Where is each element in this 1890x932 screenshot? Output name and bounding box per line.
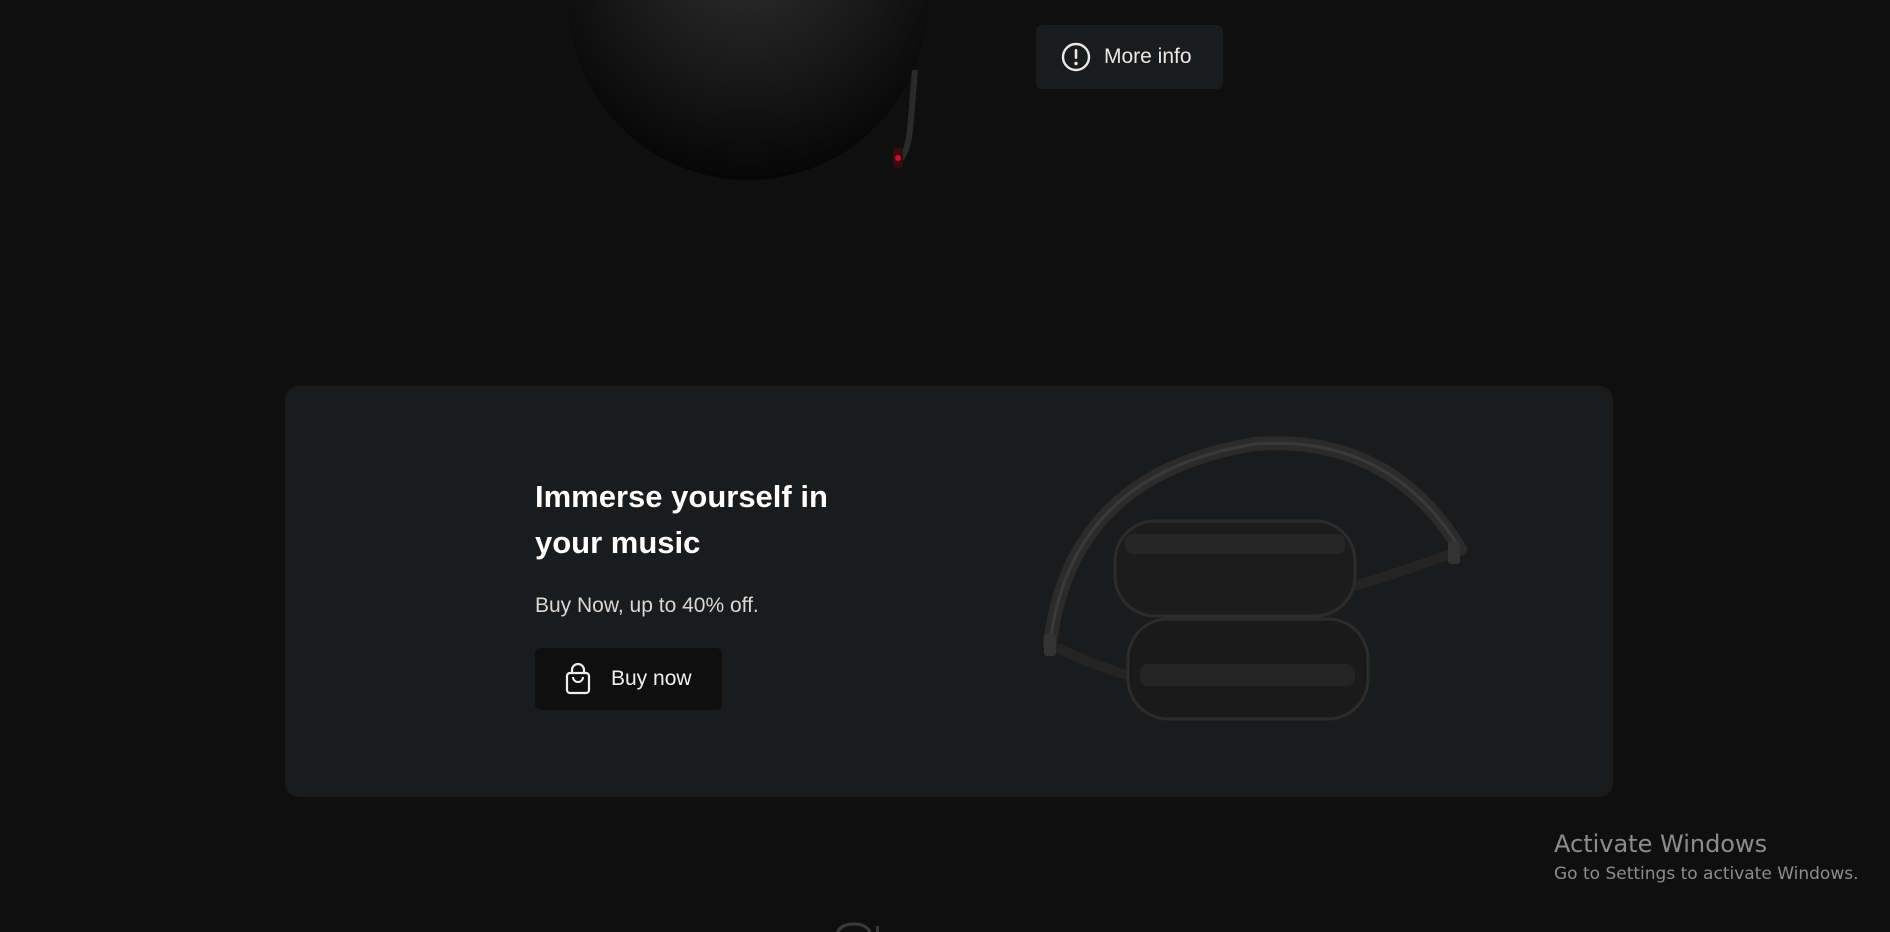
banner-subtitle: Buy Now, up to 40% off.: [535, 594, 759, 617]
buy-now-label: Buy now: [611, 667, 692, 690]
buy-now-button[interactable]: Buy now: [535, 648, 722, 710]
promo-banner: Immerse yourself in your music Buy Now, …: [285, 386, 1613, 797]
info-circle-icon: [1060, 41, 1092, 73]
more-info-button[interactable]: More info: [1036, 25, 1223, 89]
speaker-product-image: [560, 0, 940, 190]
windows-activation-watermark: Activate Windows Go to Settings to activ…: [1554, 830, 1859, 884]
more-info-label: More info: [1104, 45, 1192, 68]
page: More info Immerse yourself in your music…: [0, 0, 1890, 932]
activate-title: Activate Windows: [1554, 830, 1768, 858]
activate-subtitle: Go to Settings to activate Windows.: [1554, 864, 1859, 884]
shopping-bag-icon: [563, 663, 593, 695]
next-section-partial: [832, 920, 892, 932]
banner-title: Immerse yourself in your music: [535, 479, 828, 560]
headphones-image: [1030, 434, 1470, 734]
